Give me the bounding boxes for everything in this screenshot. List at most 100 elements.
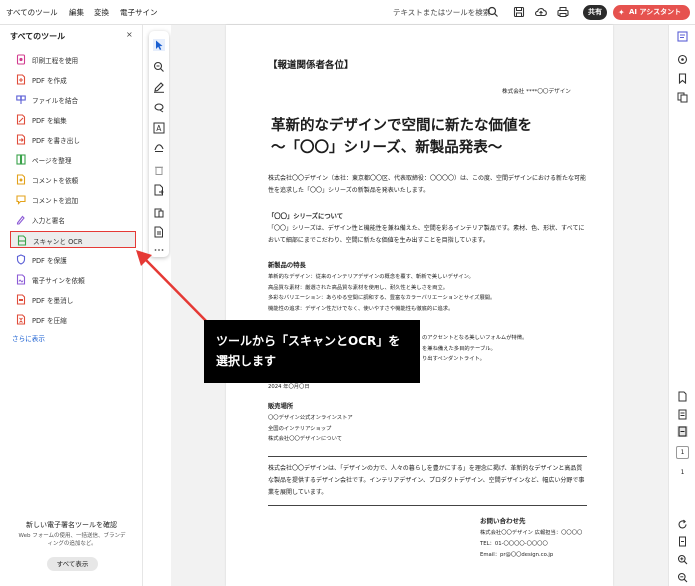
- save-icon[interactable]: [512, 5, 526, 19]
- doc-store-item: 株式会社〇〇デザインについて: [268, 436, 342, 442]
- tool-edit-pdf[interactable]: PDF を編集: [10, 111, 136, 128]
- share-button[interactable]: 共有: [583, 5, 607, 20]
- doc-contact-line: TEL：01-〇〇〇〇-〇〇〇〇: [480, 541, 548, 547]
- doc-store-heading: 販売場所: [268, 403, 294, 410]
- tool-compress-pdf[interactable]: PDF を圧縮: [10, 311, 136, 328]
- tool-request-esign[interactable]: 電子サインを依頼: [10, 271, 136, 288]
- doc-divider: [268, 505, 587, 506]
- tool-print-production[interactable]: 印刷工程を使用: [10, 51, 136, 68]
- rotate-icon[interactable]: [677, 519, 688, 530]
- menu-all-tools[interactable]: すべてのツール: [6, 7, 58, 18]
- tool-label: 入力と署名: [32, 217, 65, 225]
- zoom-in-icon[interactable]: [677, 554, 688, 565]
- compress-pdf-icon: [16, 314, 26, 325]
- tool-fill-sign[interactable]: 入力と署名: [10, 211, 136, 228]
- print-icon[interactable]: [556, 5, 570, 19]
- scan-ocr-icon: [17, 235, 27, 246]
- select-cursor-icon[interactable]: [153, 39, 165, 51]
- ai-summary-icon[interactable]: [677, 31, 688, 42]
- close-icon[interactable]: ×: [126, 30, 133, 39]
- doc-contact-heading: お問い合わせ先: [480, 517, 526, 525]
- fill-sign-icon: [16, 215, 25, 225]
- menu-convert[interactable]: 変換: [94, 7, 109, 18]
- tool-label: ページを整理: [32, 157, 72, 165]
- menu-edit[interactable]: 編集: [69, 7, 84, 18]
- doc-title-line1: 革新的なデザインで空間に新たな価値を: [271, 118, 532, 134]
- doc-about: 株式会社〇〇デザインは、「デザインの力で、人々の暮らしを豊かにする」を理念に掲げ…: [268, 465, 585, 496]
- doc-company-name: 株式会社 ****〇〇デザイン: [502, 89, 571, 95]
- page-layout-icon[interactable]: [677, 391, 688, 402]
- tool-scan-ocr[interactable]: スキャンと OCR: [10, 231, 136, 248]
- document-icon[interactable]: [153, 226, 165, 238]
- tool-redact-pdf[interactable]: PDF を墨消し: [10, 291, 136, 308]
- edit-pdf-icon: [16, 114, 26, 125]
- tool-combine-files[interactable]: ファイルを結合: [10, 91, 136, 108]
- tool-label: PDF を書き出し: [32, 137, 80, 145]
- doc-store-item: 〇〇デザイン公式オンラインストア: [268, 415, 353, 421]
- request-comments-icon: [16, 174, 26, 185]
- doc-intro: 株式会社〇〇デザイン（本社：東京都〇〇区、代表取締役：〇〇〇〇）は、この度、空間…: [268, 175, 587, 194]
- tool-add-comment[interactable]: コメントを追加: [10, 191, 136, 208]
- tool-label: PDF を編集: [32, 117, 67, 125]
- stamp-icon[interactable]: [153, 141, 165, 153]
- tool-protect-pdf[interactable]: PDF を保護: [10, 251, 136, 268]
- doc-title-line2: 〜「〇〇」シリーズ、新製品発表〜: [271, 140, 503, 156]
- view-all-button[interactable]: すべて表示: [47, 557, 98, 571]
- doc-feature-item: 多彩なバリエーション：あらゆる空間に調和する、豊富なカラーバリエーションとサイズ…: [268, 295, 496, 301]
- doc-date: 2024 年〇月〇日: [268, 384, 310, 390]
- total-pages: 1: [676, 466, 689, 479]
- page-extract-icon[interactable]: [153, 207, 165, 219]
- zoom-icon[interactable]: [153, 61, 165, 73]
- doc-feature-list: 革新的なデザイン：従来のインテリアデザインの概念を覆す、斬新で美しいデザイン。 …: [268, 272, 588, 314]
- tool-label: コメントを依頼: [32, 177, 79, 185]
- show-more-link[interactable]: さらに表示: [12, 333, 45, 343]
- organize-pages-icon: [16, 154, 26, 165]
- current-page-input[interactable]: 1: [676, 446, 689, 459]
- tool-label: PDF を保護: [32, 257, 67, 265]
- protect-pdf-icon: [16, 254, 26, 265]
- tool-label: ファイルを結合: [32, 97, 79, 105]
- promo-title: 新しい電子署名ツールを確認: [26, 521, 117, 529]
- text-box-icon[interactable]: A: [153, 122, 165, 134]
- delete-icon[interactable]: [153, 164, 165, 176]
- request-esign-icon: [16, 274, 26, 285]
- doc-feature-item: 機能性の追求：デザイン性だけでなく、使いやすさや機能性も徹底的に追求。: [268, 305, 454, 312]
- ai-assistant-button[interactable]: ✦ AI アシスタント: [613, 5, 690, 20]
- instruction-callout: ツールから「スキャンとOCR」を 選択します: [204, 320, 420, 383]
- doc-contact-line: Email：pr@〇〇design.co.jp: [480, 552, 554, 558]
- pen-icon[interactable]: [153, 81, 165, 93]
- bookmark-icon[interactable]: [677, 73, 688, 84]
- zoom-out-icon[interactable]: [677, 572, 688, 583]
- redact-pdf-icon: [16, 294, 26, 305]
- doc-title: 革新的なデザインで空間に新たな価値を 〜「〇〇」シリーズ、新製品発表〜: [271, 115, 591, 159]
- tool-label: PDF を墨消し: [32, 297, 74, 305]
- tool-label: PDF を圧縮: [32, 317, 67, 325]
- doc-divider: [268, 456, 587, 457]
- cloud-upload-icon[interactable]: [534, 5, 548, 19]
- tool-create-pdf[interactable]: PDF を作成: [10, 71, 136, 88]
- tool-organize-pages[interactable]: ページを整理: [10, 151, 136, 168]
- scroll-mode-icon[interactable]: [677, 426, 688, 437]
- pages-icon[interactable]: [677, 92, 688, 103]
- doc-partial-line: のアクセントとなる美しいフォルムが特徴。: [422, 335, 528, 341]
- tool-label: 電子サインを依頼: [32, 277, 85, 285]
- tool-label: PDF を作成: [32, 77, 67, 85]
- doc-greeting: 【報道関係者各位】: [268, 60, 354, 71]
- doc-partial-line: り出すペンダントライト。: [422, 356, 485, 362]
- more-icon[interactable]: [153, 244, 165, 256]
- promo-description: Web フォームの使用、一括送信、ブランディングの追加など。: [18, 533, 126, 547]
- tool-request-comments[interactable]: コメントを依頼: [10, 171, 136, 188]
- search-icon[interactable]: [486, 5, 500, 19]
- comment-icon[interactable]: [677, 54, 688, 65]
- tool-label: スキャンと OCR: [33, 238, 83, 246]
- doc-partial-line: を兼ね備えた多目的テーブル。: [422, 345, 496, 352]
- eraser-icon[interactable]: [153, 101, 165, 113]
- page-insert-icon[interactable]: [153, 184, 165, 196]
- search-input[interactable]: テキストまたはツールを検索: [393, 7, 490, 18]
- tool-export-pdf[interactable]: PDF を書き出し: [10, 131, 136, 148]
- doc-store-list: 〇〇デザイン公式オンラインストア 全国のインテリアショップ 株式会社〇〇デザイン…: [268, 413, 588, 445]
- menu-esign[interactable]: 電子サイン: [120, 7, 158, 18]
- fit-page-icon[interactable]: [677, 536, 688, 547]
- ai-assistant-label: AI アシスタント: [629, 8, 682, 16]
- page-thumbnail-icon[interactable]: [677, 409, 688, 420]
